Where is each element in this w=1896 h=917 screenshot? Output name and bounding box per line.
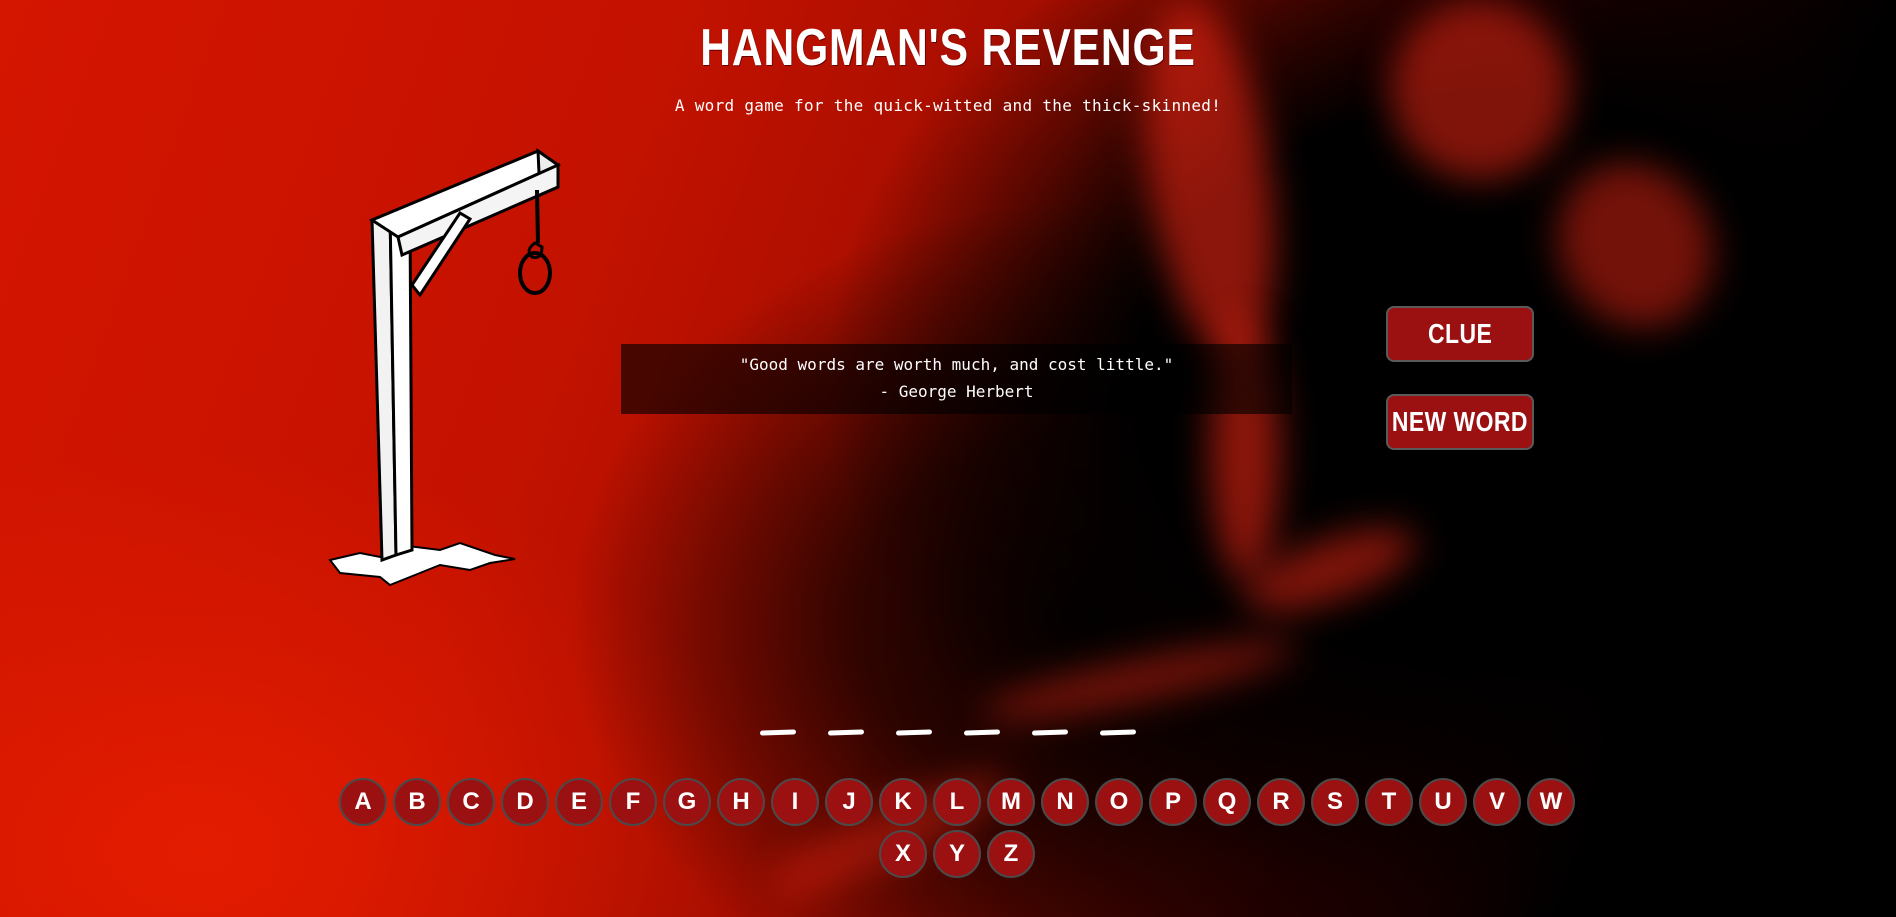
letter-blank bbox=[827, 729, 865, 736]
letter-key-v[interactable]: V bbox=[1473, 778, 1521, 826]
letter-keyboard: ABCDEFGHIJKLMNOPQRSTUVW XYZ bbox=[337, 778, 1577, 882]
header: HANGMAN'S REVENGE A word game for the qu… bbox=[0, 18, 1896, 115]
keyboard-row-2: XYZ bbox=[337, 830, 1577, 878]
letter-key-a[interactable]: A bbox=[339, 778, 387, 826]
letter-key-k[interactable]: K bbox=[879, 778, 927, 826]
letter-key-s[interactable]: S bbox=[1311, 778, 1359, 826]
letter-blank bbox=[1099, 729, 1137, 736]
letter-key-b[interactable]: B bbox=[393, 778, 441, 826]
letter-key-e[interactable]: E bbox=[555, 778, 603, 826]
gallows-icon bbox=[328, 148, 562, 587]
letter-key-z[interactable]: Z bbox=[987, 830, 1035, 878]
letter-key-l[interactable]: L bbox=[933, 778, 981, 826]
quote-box: "Good words are worth much, and cost lit… bbox=[621, 344, 1292, 414]
quote-text: "Good words are worth much, and cost lit… bbox=[739, 355, 1174, 374]
keyboard-row-1: ABCDEFGHIJKLMNOPQRSTUVW bbox=[337, 778, 1577, 826]
letter-blank bbox=[963, 729, 1001, 736]
letter-key-h[interactable]: H bbox=[717, 778, 765, 826]
letter-key-c[interactable]: C bbox=[447, 778, 495, 826]
letter-key-n[interactable]: N bbox=[1041, 778, 1089, 826]
letter-key-u[interactable]: U bbox=[1419, 778, 1467, 826]
game-subtitle: A word game for the quick-witted and the… bbox=[674, 96, 1222, 115]
letter-blank bbox=[895, 729, 933, 736]
letter-key-d[interactable]: D bbox=[501, 778, 549, 826]
letter-key-p[interactable]: P bbox=[1149, 778, 1197, 826]
letter-key-j[interactable]: J bbox=[825, 778, 873, 826]
clue-button[interactable]: CLUE bbox=[1386, 306, 1534, 362]
clue-button-label: CLUE bbox=[1427, 318, 1493, 349]
letter-key-m[interactable]: M bbox=[987, 778, 1035, 826]
quote-author: - George Herbert bbox=[879, 382, 1034, 401]
letter-key-y[interactable]: Y bbox=[933, 830, 981, 878]
letter-key-i[interactable]: I bbox=[771, 778, 819, 826]
letter-key-t[interactable]: T bbox=[1365, 778, 1413, 826]
letter-key-g[interactable]: G bbox=[663, 778, 711, 826]
letter-key-w[interactable]: W bbox=[1527, 778, 1575, 826]
game-title: HANGMAN'S REVENGE bbox=[700, 19, 1196, 77]
letter-blank bbox=[1031, 729, 1069, 736]
letter-key-o[interactable]: O bbox=[1095, 778, 1143, 826]
new-word-button[interactable]: NEW WORD bbox=[1386, 394, 1534, 450]
letter-key-x[interactable]: X bbox=[879, 830, 927, 878]
letter-key-r[interactable]: R bbox=[1257, 778, 1305, 826]
letter-key-f[interactable]: F bbox=[609, 778, 657, 826]
new-word-button-label: NEW WORD bbox=[1392, 406, 1528, 437]
word-blanks bbox=[0, 729, 1896, 736]
letter-blank bbox=[759, 729, 797, 736]
letter-key-q[interactable]: Q bbox=[1203, 778, 1251, 826]
